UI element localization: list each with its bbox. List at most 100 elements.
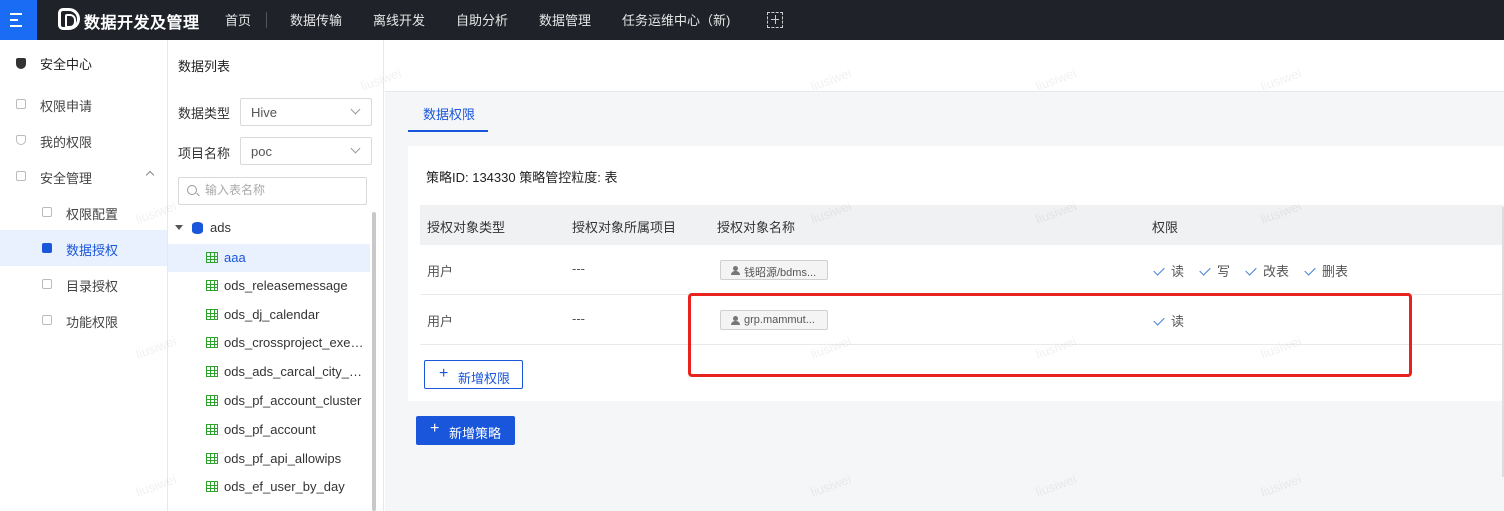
tree-db-node[interactable]: ads	[168, 216, 373, 240]
grantee-name-tag: 钱昭源/bdms...	[720, 260, 828, 280]
tree-table-item[interactable]: ods_ads_carcal_city_config	[168, 358, 370, 386]
tree-table-item[interactable]: ods_releasemessage	[168, 272, 370, 300]
nav-offline-dev[interactable]: 离线开发	[373, 10, 425, 29]
table-icon	[206, 309, 218, 320]
sidebar: 安全中心 权限申请 我的权限 安全管理 权限配置 数据授权 目录授权 功能权限	[0, 40, 168, 511]
col-header: 授权对象类型	[427, 220, 506, 235]
expand-icon[interactable]	[767, 12, 783, 28]
table-icon	[206, 366, 218, 377]
chevron-down-icon	[350, 104, 361, 115]
table-name: aaa	[224, 250, 246, 265]
tree-scrollbar[interactable]	[372, 212, 376, 511]
table-search-box[interactable]	[178, 177, 367, 205]
sidebar-item-label: 安全管理	[40, 171, 93, 186]
tree-table-item[interactable]: ods_pf_account	[168, 416, 370, 444]
perm-write: 写	[1199, 261, 1231, 280]
col-header: 授权对象所属项目	[572, 220, 677, 235]
perm-label: 写	[1217, 264, 1231, 279]
project-name-select[interactable]: poc	[240, 137, 372, 165]
main-content: 数据权限 策略ID: 134330 策略管控粒度: 表 授权对象类型 授权对象所…	[385, 40, 1504, 511]
nav-self-analysis[interactable]: 自助分析	[456, 10, 508, 29]
menu-toggle-button[interactable]	[0, 0, 37, 40]
hamburger-icon	[10, 13, 22, 15]
data-type-select[interactable]: Hive	[240, 98, 372, 126]
policy-info: 策略ID: 134330 策略管控粒度: 表	[426, 170, 618, 185]
app-title: 数据开发及管理	[84, 15, 200, 32]
nav-data-transfer[interactable]: 数据传输	[290, 10, 342, 29]
nav-task-ops-center[interactable]: 任务运维中心（新)	[622, 10, 730, 29]
project-name-label: 项目名称	[178, 146, 231, 161]
table-name: ods_pf_account_cluster	[224, 393, 362, 408]
check-icon	[1304, 264, 1316, 276]
catalog-icon	[42, 279, 52, 289]
data-list-panel: 数据列表 数据类型 Hive 项目名称 poc ads aaa ods_rele…	[168, 40, 384, 511]
tab-underline	[408, 130, 488, 132]
tree-table-item[interactable]: ods_crossproject_execution	[168, 329, 370, 357]
sidebar-item-label: 数据授权	[66, 243, 119, 258]
user-icon	[731, 266, 740, 275]
sidebar-item-my-permissions[interactable]: 我的权限	[0, 122, 167, 158]
col-header: 权限	[1152, 220, 1179, 235]
plus-icon: +	[439, 365, 449, 382]
sidebar-item-security-management[interactable]: 安全管理	[0, 158, 167, 194]
check-icon	[1153, 264, 1165, 276]
highlight-box	[688, 293, 1412, 377]
db-name: ads	[210, 220, 231, 235]
data-list-title: 数据列表	[178, 59, 231, 74]
chevron-up-icon	[145, 170, 155, 180]
nav-data-management[interactable]: 数据管理	[539, 10, 591, 29]
table-name: ods_releasemessage	[224, 278, 348, 293]
table-name: ods_pf_api_allowips	[224, 451, 342, 466]
shield-icon	[16, 58, 26, 69]
perm-drop: 删表	[1304, 261, 1349, 280]
tree-table-item[interactable]: ods_pf_api_allowips	[168, 445, 370, 473]
check-icon	[1199, 264, 1211, 276]
tab-data-permission[interactable]: 数据权限	[408, 92, 488, 132]
grantee-project: ---	[572, 261, 585, 276]
data-auth-icon	[42, 243, 52, 253]
plus-icon: +	[430, 420, 440, 437]
table-row: 用户 --- 钱昭源/bdms... 读 写 改表 删表	[420, 245, 1504, 295]
perm-label: 读	[1171, 264, 1185, 279]
document-icon	[16, 171, 26, 181]
sidebar-item-function-permissions[interactable]: 功能权限	[0, 302, 167, 338]
perm-label: 改表	[1263, 264, 1290, 279]
tree-table-item[interactable]: ods_ef_user_by_day	[168, 473, 370, 501]
shield-outline-icon	[16, 135, 26, 145]
table-name: ods_crossproject_execution	[224, 335, 368, 350]
app-logo-icon	[58, 8, 80, 30]
sidebar-item-permission-apply[interactable]: 权限申请	[0, 86, 167, 122]
sidebar-item-label: 目录授权	[66, 279, 119, 294]
sidebar-header-label: 安全中心	[40, 57, 93, 72]
perm-alter: 改表	[1245, 261, 1290, 280]
sidebar-item-catalog-authorization[interactable]: 目录授权	[0, 266, 167, 302]
table-icon	[206, 453, 218, 464]
add-permission-label: 新增权限	[458, 371, 511, 386]
tree-table-item[interactable]: aaa	[168, 244, 370, 272]
apply-icon	[16, 99, 26, 109]
table-search-input[interactable]	[205, 183, 355, 197]
perm-read: 读	[1153, 261, 1185, 280]
grantee-type: 用户	[427, 314, 454, 329]
main-header-area	[385, 40, 1504, 92]
nav-home[interactable]: 首页	[225, 10, 251, 29]
tree-table-item[interactable]: ods_pf_account_cluster	[168, 387, 370, 415]
table-icon	[206, 481, 218, 492]
add-permission-button[interactable]: + 新增权限	[424, 360, 523, 389]
sidebar-item-label: 权限配置	[66, 207, 119, 222]
sidebar-item-data-authorization[interactable]: 数据授权	[0, 230, 167, 266]
table-icon	[206, 424, 218, 435]
grantee-type: 用户	[427, 264, 454, 279]
data-type-label: 数据类型	[178, 106, 231, 121]
table-icon	[206, 252, 218, 263]
caret-down-icon[interactable]	[175, 225, 183, 230]
table-name: ods_pf_account	[224, 422, 316, 437]
add-policy-button[interactable]: + 新增策略	[416, 416, 515, 445]
perm-label: 删表	[1322, 264, 1349, 279]
tree-table-item[interactable]: ods_dj_calendar	[168, 301, 370, 329]
table-header: 授权对象类型 授权对象所属项目 授权对象名称 权限	[420, 205, 1504, 245]
hamburger-line	[10, 25, 22, 27]
table-icon	[206, 337, 218, 348]
grantee-name: 钱昭源/bdms...	[744, 267, 817, 279]
sidebar-item-label: 功能权限	[66, 315, 119, 330]
